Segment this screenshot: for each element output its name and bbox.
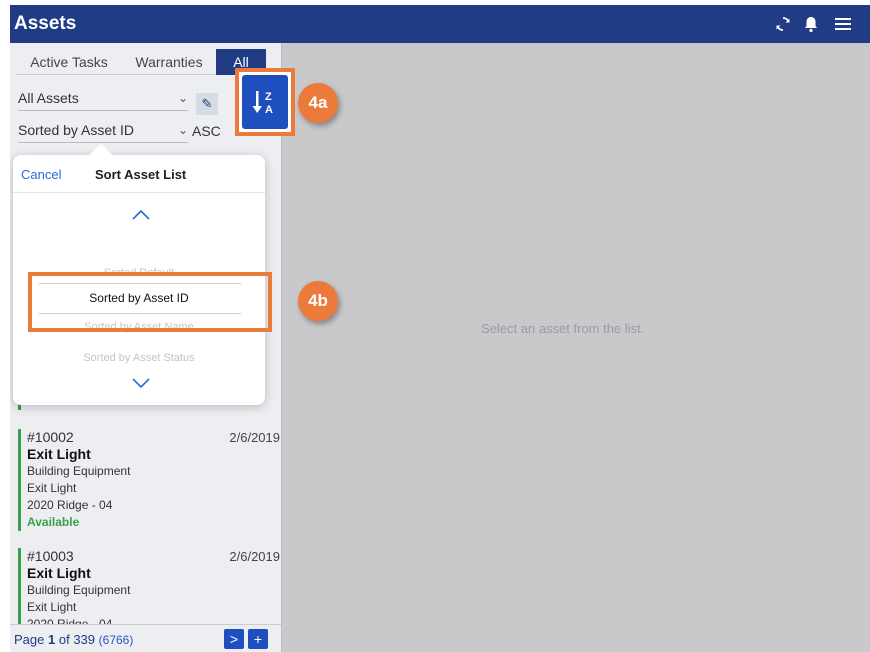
bell-icon[interactable]: [801, 14, 821, 34]
tab-warranties[interactable]: Warranties: [126, 49, 212, 75]
list-item[interactable]: #10003 2/6/2019 Exit Light Building Equi…: [18, 548, 280, 628]
app-header: Assets: [10, 5, 870, 43]
asset-status: Available: [27, 515, 80, 529]
app-window: Assets Active Tasks Warranties All All A…: [10, 5, 870, 652]
asset-category: Building Equipment: [27, 583, 131, 597]
callout-badge-4b: 4b: [298, 281, 338, 321]
chevron-down-icon[interactable]: [131, 377, 151, 389]
callout-badge-4a: 4a: [298, 83, 338, 123]
sort-button-highlight: Z A: [235, 68, 295, 136]
sort-field-value: Sorted by Asset ID: [18, 122, 134, 138]
sort-direction-button[interactable]: Z A: [242, 75, 288, 129]
asset-name: Exit Light: [27, 446, 91, 462]
tab-active-tasks[interactable]: Active Tasks: [24, 49, 114, 75]
pagination-bar: Page 1 of 339 (6766) > +: [10, 624, 281, 652]
svg-text:A: A: [265, 104, 273, 116]
chevron-up-icon[interactable]: [131, 209, 151, 221]
sort-option-highlight: [28, 272, 272, 332]
of-word: of: [58, 632, 70, 647]
sync-icon[interactable]: [773, 14, 793, 34]
cancel-button[interactable]: Cancel: [21, 167, 61, 182]
asset-count: (6766): [98, 633, 134, 647]
asset-date: 2/6/2019: [229, 549, 280, 564]
app-title: Assets: [14, 13, 77, 34]
asset-type: Exit Light: [27, 481, 77, 495]
asset-location: 2020 Ridge - 04: [27, 498, 113, 512]
sort-field-select[interactable]: Sorted by Asset ID ⌄: [18, 117, 188, 143]
svg-text:Z: Z: [265, 91, 272, 103]
page-word: Page: [14, 632, 45, 647]
chevron-down-icon: ⌄: [177, 123, 188, 137]
list-item[interactable]: #10002 2/6/2019 Exit Light Building Equi…: [18, 429, 280, 531]
chevron-down-icon: ⌄: [177, 91, 188, 105]
asset-category: Building Equipment: [27, 464, 131, 478]
page-indicator: Page 1 of 339 (6766): [14, 632, 133, 647]
menu-icon[interactable]: [833, 14, 853, 34]
sort-direction[interactable]: ASC: [192, 123, 221, 139]
asset-filter-select[interactable]: All Assets ⌄: [18, 85, 188, 111]
asset-filter-value: All Assets: [18, 90, 79, 106]
divider: [13, 192, 265, 193]
total-pages: 339: [73, 632, 96, 647]
empty-detail-message: Select an asset from the list.: [481, 321, 645, 336]
asset-type: Exit Light: [27, 600, 77, 614]
popover-title: Sort Asset List: [95, 167, 187, 182]
tab-bar: Active Tasks Warranties All: [16, 49, 266, 75]
next-page-button[interactable]: >: [224, 629, 244, 649]
edit-filter-button[interactable]: ✎: [196, 93, 218, 115]
pencil-icon: ✎: [201, 96, 213, 111]
sort-icon: Z A: [252, 91, 273, 116]
add-asset-button[interactable]: +: [248, 629, 268, 649]
asset-name: Exit Light: [27, 565, 91, 581]
sort-option-asset-status[interactable]: Sorted by Asset Status: [13, 352, 265, 364]
page-number: 1: [48, 632, 56, 647]
asset-date: 2/6/2019: [229, 430, 280, 445]
